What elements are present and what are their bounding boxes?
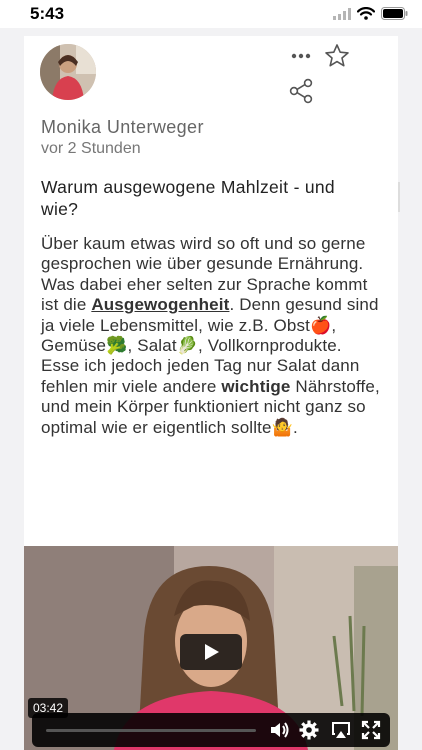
post-body-segment: wichtige xyxy=(221,376,291,396)
video-player[interactable]: 03:42 xyxy=(24,546,398,750)
post-timestamp: vor 2 Stunden xyxy=(41,140,141,157)
play-icon xyxy=(205,644,219,660)
airplay-icon[interactable] xyxy=(330,719,352,741)
scroll-indicator xyxy=(398,182,400,212)
play-button[interactable] xyxy=(180,634,242,670)
status-icons xyxy=(333,7,408,20)
gear-icon[interactable] xyxy=(298,719,320,741)
post-author[interactable]: Monika Unterweger xyxy=(41,117,204,138)
cellular-signal-icon xyxy=(333,7,351,20)
share-icon[interactable] xyxy=(288,78,314,104)
fullscreen-icon[interactable] xyxy=(360,719,382,741)
volume-icon[interactable] xyxy=(268,719,290,741)
post-body: Über kaum etwas wird so oft und so gerne… xyxy=(41,234,381,438)
post-title: Warum ausgewogene Mahlzeit - und wie? xyxy=(41,177,335,219)
progress-bar[interactable] xyxy=(46,729,256,732)
status-time: 5:43 xyxy=(30,4,65,23)
post-body-segment[interactable]: Ausgewogenheit xyxy=(91,295,229,314)
more-dots-icon[interactable] xyxy=(290,50,312,62)
star-icon[interactable] xyxy=(324,43,350,69)
wifi-icon xyxy=(357,7,375,20)
avatar[interactable] xyxy=(40,44,96,100)
status-bar: 5:43 xyxy=(0,0,422,28)
post-card: Monika Unterweger vor 2 Stunden Warum au… xyxy=(24,36,398,556)
battery-icon xyxy=(381,7,408,20)
video-controls xyxy=(32,713,390,747)
